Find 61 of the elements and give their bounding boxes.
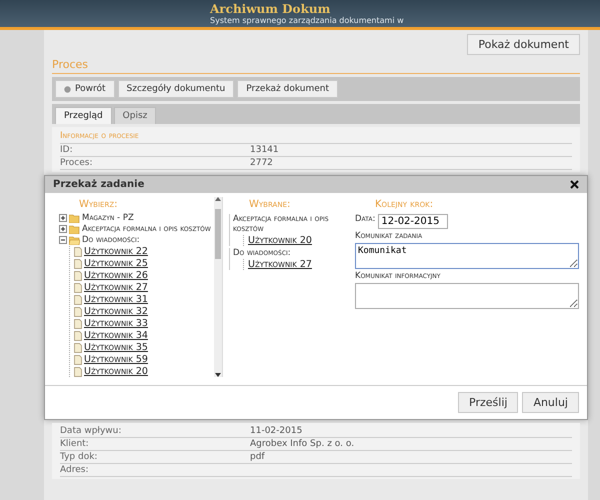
send-button[interactable]: Prześlij <box>458 392 518 413</box>
field-value: Agrobex Info Sp. z o. o. <box>250 439 356 449</box>
field-label: ID: <box>60 145 74 155</box>
tree-heading: Wybierz: <box>78 198 118 212</box>
field-value: 2772 <box>250 158 274 168</box>
user-link[interactable]: Użytkownik 33 <box>84 318 148 329</box>
selected-heading: Wybrane: <box>248 198 290 212</box>
section-title: Proces <box>52 58 580 74</box>
user-link[interactable]: Użytkownik 27 <box>84 282 148 293</box>
user-link[interactable]: Użytkownik 31 <box>84 294 148 305</box>
plus-icon[interactable] <box>59 214 67 222</box>
field-value: pdf <box>250 452 266 462</box>
user-link[interactable]: Użytkownik 25 <box>84 258 148 269</box>
scrollbar[interactable] <box>214 197 222 377</box>
field-label: Proces: <box>60 158 94 168</box>
group-label: Akceptacja formalna i opis kosztów <box>233 214 330 234</box>
tab[interactable]: Przegląd <box>55 107 112 124</box>
field-label: Klient: <box>60 439 90 449</box>
open-folder-icon <box>69 236 80 244</box>
group-label: Do wiadomości: <box>233 248 292 258</box>
field-label: Data wpływu: <box>60 426 122 436</box>
user-link[interactable]: Użytkownik 32 <box>84 306 148 317</box>
folder-label[interactable]: Do wiadomości: <box>82 235 140 245</box>
toolbar-button[interactable]: Przekaż dokument <box>237 80 338 98</box>
info-message-label: Komunikat informacyjny <box>355 271 440 281</box>
field-value: 13141 <box>250 145 280 155</box>
field-value: 11-02-2015 <box>250 426 304 436</box>
app-title: Archiwum Dokum <box>210 2 330 16</box>
app-subtitle: System sprawnego zarządzania dokumentami w <box>210 16 404 25</box>
user-link[interactable]: Użytkownik 34 <box>84 330 148 341</box>
user-link[interactable]: Użytkownik 35 <box>84 342 148 353</box>
back-button[interactable]: Powrót <box>55 80 115 98</box>
field-label: Adres: <box>60 465 90 475</box>
user-link[interactable]: Użytkownik 20 <box>84 366 148 377</box>
folder-icon <box>69 214 80 222</box>
folder-label[interactable]: Magazyn - PZ <box>82 213 134 223</box>
dialog-title: Przekaż zadanie <box>53 179 144 190</box>
show-document-button[interactable]: Pokaż dokument <box>467 34 580 55</box>
date-label: Data: <box>355 214 376 224</box>
user-link[interactable]: Użytkownik 20 <box>248 235 349 246</box>
folder-label[interactable]: Akceptacja formalna i opis kosztów <box>82 224 211 234</box>
info-message-field[interactable] <box>355 283 579 309</box>
minus-icon[interactable] <box>59 236 67 244</box>
folder-icon <box>69 224 80 234</box>
close-icon[interactable] <box>570 180 579 189</box>
plus-icon[interactable] <box>59 225 67 233</box>
tab[interactable]: Opisz <box>114 107 156 124</box>
user-link[interactable]: Użytkownik 27 <box>248 259 349 270</box>
next-step-heading: Kolejny krok: <box>374 198 434 212</box>
date-field[interactable]: 12-02-2015 <box>378 214 448 229</box>
user-link[interactable]: Użytkownik 59 <box>84 354 148 365</box>
cancel-button[interactable]: Anuluj <box>522 392 579 413</box>
info-heading: Informacje o procesie <box>60 129 572 144</box>
task-message-label: Komunikat zadania <box>355 231 422 241</box>
toolbar-button[interactable]: Szczegóły dokumentu <box>118 80 234 98</box>
scroll-up-icon[interactable] <box>215 197 221 201</box>
user-link[interactable]: Użytkownik 22 <box>84 246 148 257</box>
field-label: Typ dok: <box>60 452 98 462</box>
scroll-down-icon[interactable] <box>215 373 221 377</box>
task-message-field[interactable]: Komunikat <box>355 243 579 269</box>
user-link[interactable]: Użytkownik 26 <box>84 270 148 281</box>
